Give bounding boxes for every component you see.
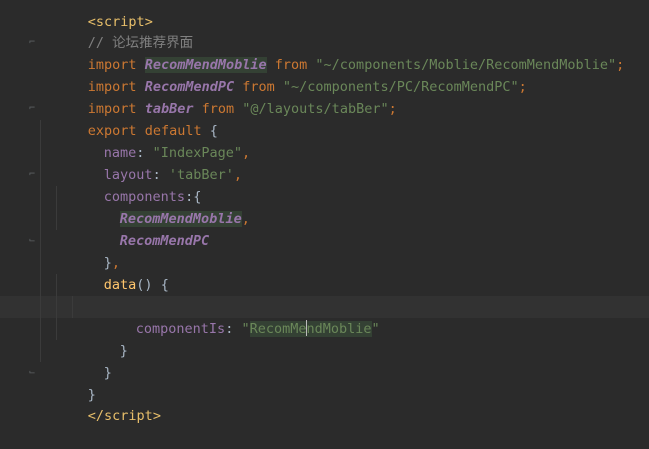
- tag-name: script: [104, 408, 153, 424]
- code-editor[interactable]: ⌐ ⌐ ⌐ ⌙ ⌙ <script> // 论坛推荐界面 import Reco…: [0, 0, 649, 424]
- code-line-current[interactable]: componentIs: "RecomMendMoblie": [0, 296, 649, 337]
- indent-guide: [56, 296, 57, 318]
- indent-guide: [56, 274, 57, 296]
- indent-guide: [56, 186, 57, 208]
- tag-close: >: [152, 408, 161, 424]
- code-line[interactable]: name: "IndexPage",: [0, 120, 649, 161]
- indent-guide: [40, 296, 41, 318]
- indent-guide: [40, 340, 41, 362]
- code-line[interactable]: import tabBer from "@/layouts/tabBer";: [0, 76, 649, 117]
- indent-guide: [40, 318, 41, 340]
- code-line[interactable]: </script>: [0, 383, 649, 424]
- indent-guide: [40, 120, 41, 142]
- code-line[interactable]: }: [0, 340, 649, 381]
- tag-open: </: [87, 408, 105, 424]
- code-line[interactable]: data() {: [0, 252, 649, 293]
- code-line[interactable]: components:{: [0, 164, 649, 205]
- code-line[interactable]: return {: [0, 274, 649, 315]
- indent-guide: [72, 296, 73, 318]
- code-line[interactable]: // 论坛推荐界面: [0, 10, 649, 51]
- code-line[interactable]: layout: 'tabBer',: [0, 142, 649, 183]
- code-line[interactable]: RecomMendPC: [0, 208, 649, 249]
- code-line[interactable]: RecomMendMoblie,: [0, 186, 649, 227]
- code-line[interactable]: }: [0, 318, 649, 359]
- indent-guide: [40, 230, 41, 252]
- indent-guide: [40, 252, 41, 274]
- indent-guide: [40, 208, 41, 230]
- indent-guide: [56, 318, 57, 340]
- indent-guide: [40, 186, 41, 208]
- indent-guide: [40, 274, 41, 296]
- code-line[interactable]: import RecomMendMoblie from "~/component…: [0, 32, 649, 73]
- indent-guide: [56, 208, 57, 230]
- code-line[interactable]: export default {: [0, 98, 649, 139]
- code-line[interactable]: }: [0, 362, 649, 403]
- indent-guide: [40, 164, 41, 186]
- indent-guide: [40, 142, 41, 164]
- code-line[interactable]: import RecomMendPC from "~/components/PC…: [0, 54, 649, 95]
- code-line[interactable]: },: [0, 230, 649, 271]
